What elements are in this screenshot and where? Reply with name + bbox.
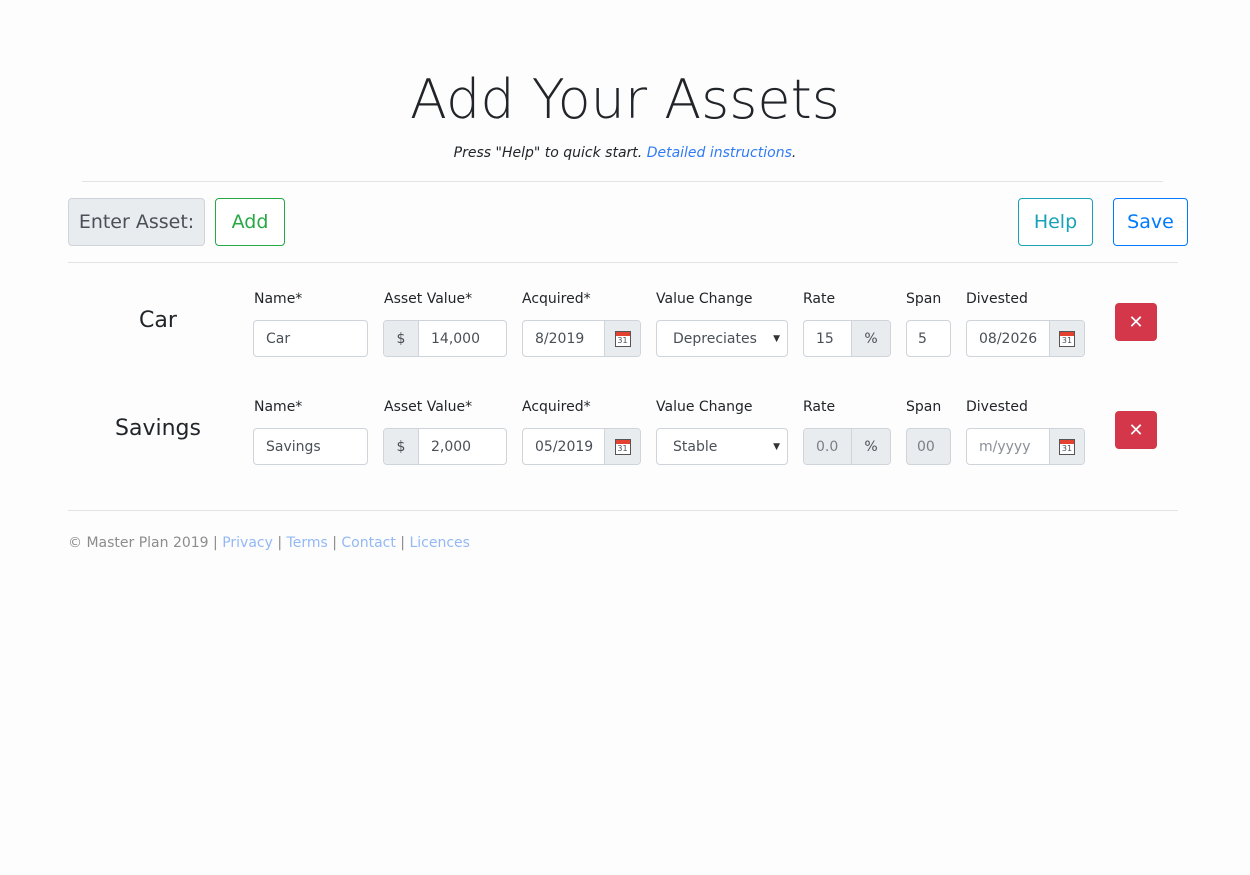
page-subtitle: Press "Help" to quick start. Detailed in…: [0, 145, 1250, 161]
add-button[interactable]: Add: [215, 198, 285, 246]
asset-title: Car: [139, 308, 177, 333]
divested-label: Divested: [966, 291, 1028, 307]
detailed-instructions-link[interactable]: Detailed instructions: [647, 145, 792, 161]
divider: [68, 262, 1178, 263]
value-change-label: Value Change: [656, 291, 753, 307]
divested-value: 08/2026: [979, 330, 1038, 347]
acquired-input[interactable]: 8/2019 31: [522, 320, 641, 357]
asset-title: Savings: [115, 416, 201, 441]
value-change-selected: Depreciates: [673, 330, 757, 347]
save-button[interactable]: Save: [1113, 198, 1188, 246]
licences-link[interactable]: Licences: [409, 535, 469, 551]
subtitle-text: Press "Help" to quick start.: [453, 145, 643, 161]
name-value: Savings: [266, 438, 321, 455]
name-input[interactable]: Car: [253, 320, 368, 357]
divested-calendar-button[interactable]: 31: [1049, 429, 1084, 464]
close-icon: ✕: [1128, 311, 1144, 333]
rate-input: 0.0%: [803, 428, 891, 465]
acquired-label: Acquired*: [522, 291, 591, 307]
asset-value-label: Asset Value*: [384, 399, 473, 415]
span-value: 5: [918, 330, 927, 347]
divider: [82, 181, 1163, 182]
span-label: Span: [906, 399, 942, 415]
percent-addon: %: [851, 321, 890, 356]
divested-calendar-button[interactable]: 31: [1049, 321, 1084, 356]
acquired-value: 05/2019: [535, 438, 594, 455]
value-change-label: Value Change: [656, 399, 753, 415]
help-button[interactable]: Help: [1018, 198, 1093, 246]
divested-value: m/yyyy: [979, 438, 1031, 455]
close-icon: ✕: [1128, 419, 1144, 441]
rate-value: 0.0: [804, 429, 851, 464]
rate-label: Rate: [803, 291, 836, 307]
rate-input[interactable]: 15%: [803, 320, 891, 357]
currency-addon: $: [384, 429, 419, 464]
value-change-select[interactable]: Depreciates ▼: [656, 320, 788, 357]
asset-value-input[interactable]: $2,000: [383, 428, 507, 465]
acquired-value: 8/2019: [535, 330, 585, 347]
acquired-label: Acquired*: [522, 399, 591, 415]
name-label: Name*: [254, 399, 303, 415]
asset-value-label: Asset Value*: [384, 291, 473, 307]
value-change-select[interactable]: Stable ▼: [656, 428, 788, 465]
delete-asset-button[interactable]: ✕: [1115, 411, 1157, 449]
divested-input[interactable]: 08/2026 31: [966, 320, 1085, 357]
calendar-icon[interactable]: 31: [614, 438, 631, 455]
calendar-icon[interactable]: 31: [1059, 330, 1075, 347]
calendar-icon[interactable]: 31: [614, 330, 631, 347]
divested-label: Divested: [966, 399, 1028, 415]
span-label: Span: [906, 291, 942, 307]
privacy-link[interactable]: Privacy: [222, 535, 273, 551]
span-input[interactable]: 5: [906, 320, 951, 357]
name-label: Name*: [254, 291, 303, 307]
caret-down-icon: ▼: [773, 441, 780, 452]
currency-addon: $: [384, 321, 419, 356]
asset-value: 2,000: [431, 438, 472, 455]
page-title: Add Your Assets: [410, 68, 840, 131]
calendar-icon[interactable]: 31: [1059, 438, 1075, 455]
divider: [68, 510, 1178, 511]
span-value: 00: [917, 438, 935, 455]
acquired-calendar-button[interactable]: 31: [604, 429, 640, 464]
name-value: Car: [266, 330, 291, 347]
rate-label: Rate: [803, 399, 836, 415]
acquired-input[interactable]: 05/2019 31: [522, 428, 641, 465]
enter-asset-label: Enter Asset:: [68, 198, 205, 246]
footer: © Master Plan 2019 | Privacy | Terms | C…: [68, 535, 470, 551]
name-input[interactable]: Savings: [253, 428, 368, 465]
rate-value: 15: [816, 330, 834, 347]
subtitle-period: .: [791, 145, 797, 161]
copyright: © Master Plan 2019: [68, 535, 209, 551]
asset-value-input[interactable]: $14,000: [383, 320, 507, 357]
delete-asset-button[interactable]: ✕: [1115, 303, 1157, 341]
acquired-calendar-button[interactable]: 31: [604, 321, 640, 356]
asset-value: 14,000: [431, 330, 480, 347]
divested-input[interactable]: m/yyyy 31: [966, 428, 1085, 465]
caret-down-icon: ▼: [773, 333, 780, 344]
terms-link[interactable]: Terms: [287, 535, 328, 551]
contact-link[interactable]: Contact: [341, 535, 395, 551]
percent-addon: %: [851, 429, 890, 464]
value-change-selected: Stable: [673, 438, 718, 455]
span-input: 00: [906, 428, 951, 465]
